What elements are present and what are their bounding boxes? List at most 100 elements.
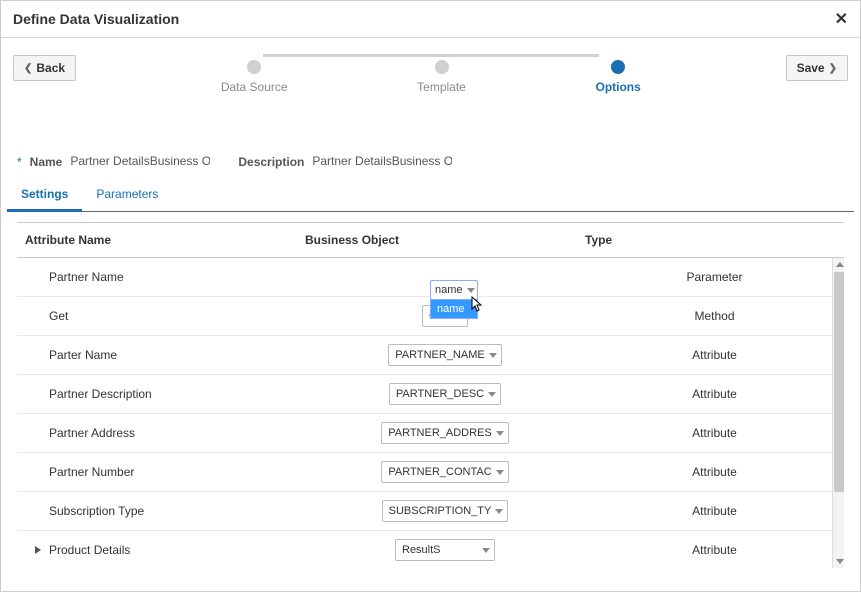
attribute-name-text: Get (49, 309, 68, 323)
tabstrip: Settings Parameters (7, 179, 854, 212)
titlebar: Define Data Visualization ✕ (1, 1, 860, 38)
cell-type: Attribute (585, 465, 844, 479)
back-button[interactable]: ❮ Back (13, 55, 76, 81)
chevron-down-icon (489, 353, 497, 358)
cell-business-object: SUBSCRIPTION_TY (305, 500, 585, 522)
cell-type: Attribute (585, 348, 844, 362)
table-row: Partner Number PARTNER_CONTAC Attribute (17, 453, 844, 492)
business-object-select[interactable]: PARTNER_CONTAC (381, 461, 508, 483)
stepper-line (263, 54, 423, 57)
business-object-value: PARTNER_DESC (396, 388, 484, 400)
attribute-name-text: Parter Name (49, 348, 117, 362)
step-circle-icon (247, 60, 261, 74)
cell-attribute-name: Product Details (25, 543, 305, 557)
attribute-name-text: Subscription Type (49, 504, 144, 518)
cell-attribute-name: Parter Name (25, 348, 305, 362)
expand-icon[interactable] (35, 546, 41, 554)
cell-type: Attribute (585, 504, 844, 518)
step-circle-icon (611, 60, 625, 74)
cell-business-object: ResultS (305, 539, 585, 561)
stepper-line (422, 54, 598, 57)
modal-title: Define Data Visualization (13, 11, 179, 27)
cell-attribute-name: Subscription Type (25, 504, 305, 518)
cell-business-object: PARTNER_NAME (305, 344, 585, 366)
cell-attribute-name: Partner Name (25, 270, 305, 284)
chevron-left-icon: ❮ (24, 63, 32, 74)
chevron-down-icon (482, 548, 490, 553)
cell-business-object: PARTNER_DESC (305, 383, 585, 405)
step-label: Data Source (221, 80, 288, 94)
col-attribute-name: Attribute Name (25, 233, 305, 247)
chevron-right-icon: ❯ (829, 63, 837, 74)
step-data-source[interactable]: Data Source (221, 60, 288, 94)
chevron-down-icon (495, 509, 503, 514)
table-body: name name Partner NameParameterGetGEMeth… (17, 258, 844, 568)
business-object-select[interactable]: PARTNER_ADDRES (381, 422, 509, 444)
cell-type: Parameter (585, 270, 844, 284)
scroll-down-icon[interactable] (836, 559, 844, 564)
save-button-label: Save (797, 61, 825, 75)
close-icon[interactable]: ✕ (835, 9, 848, 29)
chevron-down-icon (496, 470, 504, 475)
content-area: * Name Partner DetailsBusiness Ob Descri… (1, 108, 860, 591)
vertical-scrollbar[interactable] (832, 258, 844, 568)
step-template[interactable]: Template (417, 60, 466, 94)
table-row: Product Details ResultS Attribute (17, 531, 844, 568)
tab-settings[interactable]: Settings (7, 179, 82, 212)
back-button-label: Back (36, 61, 65, 75)
cell-attribute-name: Get (25, 309, 305, 323)
scroll-up-icon[interactable] (836, 262, 844, 267)
business-object-value: PARTNER_NAME (395, 349, 484, 361)
attribute-name-text: Partner Description (49, 387, 152, 401)
step-circle-icon (435, 60, 449, 74)
name-field[interactable]: Partner DetailsBusiness Ob (70, 154, 210, 169)
chevron-down-icon (488, 392, 496, 397)
cell-type: Attribute (585, 387, 844, 401)
form-row: * Name Partner DetailsBusiness Ob Descri… (1, 148, 860, 179)
business-object-select[interactable]: PARTNER_DESC (389, 383, 501, 405)
cell-type: Method (585, 309, 844, 323)
mouse-cursor-icon (471, 296, 487, 315)
step-label: Options (595, 80, 640, 94)
scroll-thumb[interactable] (834, 272, 844, 492)
attribute-name-text: Partner Name (49, 270, 124, 284)
name-label: Name (30, 155, 63, 169)
business-object-select[interactable]: PARTNER_NAME (388, 344, 501, 366)
table-row: Parter Name PARTNER_NAME Attribute (17, 336, 844, 375)
table-row: Partner Address PARTNER_ADDRES Attribute (17, 414, 844, 453)
step-label: Template (417, 80, 466, 94)
wizard-toolbar: ❮ Back Data Source Template Options (1, 38, 860, 108)
cell-attribute-name: Partner Address (25, 426, 305, 440)
business-object-select[interactable]: SUBSCRIPTION_TY (382, 500, 509, 522)
attribute-table: Attribute Name Business Object Type name… (17, 222, 844, 568)
col-business-object: Business Object (305, 233, 585, 247)
table-row: Partner Description PARTNER_DESC Attribute (17, 375, 844, 414)
stepper: Data Source Template Options (221, 48, 641, 88)
business-object-value: SUBSCRIPTION_TY (389, 505, 492, 517)
cell-attribute-name: Partner Description (25, 387, 305, 401)
description-label: Description (238, 155, 304, 169)
chevron-down-icon (496, 431, 504, 436)
cell-business-object: PARTNER_CONTAC (305, 461, 585, 483)
cell-type: Attribute (585, 543, 844, 557)
business-object-value: ResultS (402, 544, 478, 556)
description-field[interactable]: Partner DetailsBusiness Ob (312, 154, 452, 169)
dropdown-value: name (435, 284, 463, 296)
chevron-down-icon (467, 288, 475, 293)
business-object-value: PARTNER_ADDRES (388, 427, 492, 439)
attribute-name-text: Product Details (49, 543, 130, 557)
business-object-value: PARTNER_CONTAC (388, 466, 491, 478)
cell-type: Attribute (585, 426, 844, 440)
step-options[interactable]: Options (595, 60, 640, 94)
table-row: Subscription Type SUBSCRIPTION_TY Attribut… (17, 492, 844, 531)
col-type: Type (585, 233, 844, 247)
table-header: Attribute Name Business Object Type (17, 223, 844, 258)
modal-define-data-visualization: Define Data Visualization ✕ ❮ Back Data … (0, 0, 861, 592)
attribute-name-text: Partner Address (49, 426, 135, 440)
business-object-select[interactable]: ResultS (395, 539, 495, 561)
attribute-name-text: Partner Number (49, 465, 134, 479)
cell-attribute-name: Partner Number (25, 465, 305, 479)
save-button[interactable]: Save ❯ (786, 55, 848, 81)
tab-parameters[interactable]: Parameters (82, 179, 172, 211)
cell-business-object: PARTNER_ADDRES (305, 422, 585, 444)
